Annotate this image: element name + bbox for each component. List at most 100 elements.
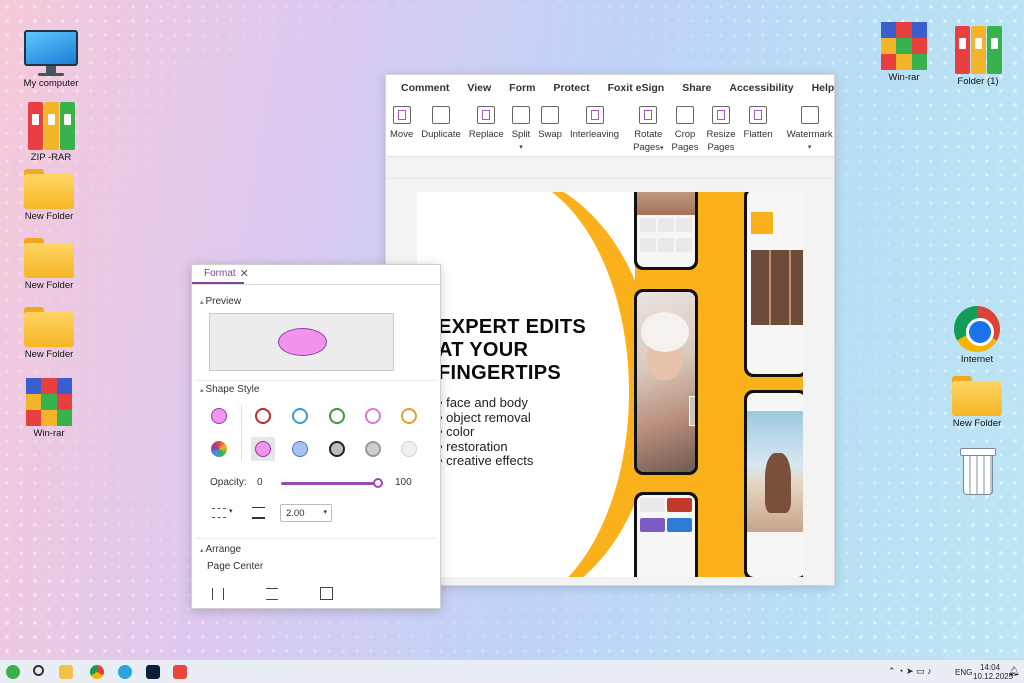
watermark-button[interactable]: Watermark ▾: [783, 103, 834, 154]
document-page[interactable]: EXPERT EDITS AT YOUR FINGERTIPS face and…: [417, 192, 803, 577]
close-icon[interactable]: ✕: [240, 267, 249, 284]
flatten-button[interactable]: Flatten: [740, 103, 777, 141]
menu-comment[interactable]: Comment: [392, 82, 458, 94]
desktop-icon-recycle-bin[interactable]: [941, 448, 1013, 495]
desktop-icon-new-folder-1[interactable]: New Folder: [13, 165, 85, 222]
desktop-icon-label: New Folder: [24, 349, 74, 360]
headline-line-3: FINGERTIPS: [438, 362, 562, 384]
style-swatch-green[interactable]: [329, 408, 345, 424]
telegram-icon[interactable]: [118, 665, 132, 679]
replace-button[interactable]: Replace: [465, 103, 508, 141]
menu-bar: Comment View Form Protect Foxit eSign Sh…: [386, 75, 834, 101]
split-icon: [511, 106, 530, 124]
photoshop-icon[interactable]: [146, 665, 160, 679]
duplicate-button[interactable]: Duplicate: [417, 103, 465, 141]
desktop-icon-internet[interactable]: Internet: [941, 306, 1013, 365]
chrome-taskbar-icon[interactable]: [90, 665, 104, 679]
menu-view[interactable]: View: [458, 82, 500, 94]
duplicate-label: Duplicate: [421, 129, 461, 140]
opacity-min-label: 0: [257, 477, 263, 488]
align-center-both-icon[interactable]: [320, 587, 333, 600]
chevron-down-icon: ▾: [660, 145, 664, 152]
binders-icon: [942, 26, 1014, 74]
menu-help[interactable]: Help: [803, 82, 834, 94]
tab-format[interactable]: Format: [192, 268, 244, 284]
shape-style-section-label[interactable]: Shape Style: [200, 384, 259, 395]
headline-line-2: AT YOUR: [438, 339, 529, 361]
watermark-icon: [800, 106, 819, 124]
flatten-label: Flatten: [743, 129, 773, 140]
start-icon[interactable]: [6, 665, 20, 679]
interleaving-icon: [585, 106, 604, 124]
desktop-icon-folder-1[interactable]: Folder (1): [942, 26, 1014, 87]
color-wheel-icon[interactable]: [211, 441, 227, 457]
crop-pages-button[interactable]: Crop Pages: [668, 103, 703, 154]
move-label: Move: [390, 129, 414, 140]
interleaving-label: Interleaving: [569, 129, 620, 140]
crop-label-2: Pages: [671, 142, 699, 153]
folder-icon: [24, 169, 74, 209]
interleaving-button[interactable]: Interleaving: [566, 103, 623, 141]
divider: [196, 538, 436, 539]
menu-protect[interactable]: Protect: [544, 82, 598, 94]
style-swatch-pink-filled[interactable]: [255, 441, 271, 457]
desktop-icon-new-folder-right[interactable]: New Folder: [941, 372, 1013, 429]
style-swatch-orange[interactable]: [401, 408, 417, 424]
rotate-pages-button[interactable]: Rotate Pages▾: [629, 103, 667, 155]
recycle-bin-icon: [960, 448, 996, 495]
desktop-icon-win-rar[interactable]: Win-rar: [13, 378, 85, 439]
desktop-icon-my-computer[interactable]: My computer: [15, 30, 87, 89]
style-swatch-red[interactable]: [255, 408, 271, 424]
replace-icon: [477, 106, 496, 124]
duplicate-icon: [432, 106, 451, 124]
tray-icons[interactable]: ⌃ ◔ ➤ ▭ ♪: [888, 666, 932, 677]
opacity-slider-handle[interactable]: [373, 478, 383, 488]
style-swatch-blue[interactable]: [292, 408, 308, 424]
preview-section-label[interactable]: Preview: [200, 296, 241, 307]
style-swatch-light-filled[interactable]: [401, 441, 417, 457]
phone-mockup: [744, 192, 803, 377]
chevron-down-icon: ▾: [807, 144, 812, 151]
move-button[interactable]: Move: [386, 103, 417, 141]
desktop-icon-win-rar-right[interactable]: Win-rar: [868, 22, 940, 83]
desktop-icon-label: Win-rar: [888, 72, 920, 83]
format-tab-bar: Format ✕: [192, 265, 440, 285]
resize-label-2: Pages: [707, 142, 735, 153]
menu-share[interactable]: Share: [673, 82, 720, 94]
phone-mockup: [634, 192, 698, 270]
arrange-section-label[interactable]: Arrange: [200, 544, 241, 555]
style-swatch-blue-filled[interactable]: [292, 441, 308, 457]
style-swatch-black-filled[interactable]: [329, 441, 345, 457]
menu-foxit-esign[interactable]: Foxit eSign: [599, 82, 674, 94]
resize-pages-button[interactable]: Resize Pages: [702, 103, 739, 154]
opacity-slider-track[interactable]: [281, 482, 377, 485]
foxit-icon[interactable]: [173, 665, 187, 679]
swap-button[interactable]: Swap: [534, 103, 566, 141]
style-swatch-gray-filled[interactable]: [365, 441, 381, 457]
desktop-icon-new-folder-2[interactable]: New Folder: [13, 234, 85, 291]
crop-label-1: Crop: [674, 129, 696, 140]
menu-accessibility[interactable]: Accessibility: [720, 82, 802, 94]
line-width-value: 2.00: [286, 508, 305, 519]
opacity-max-label: 100: [395, 477, 412, 488]
align-center-vertical-icon[interactable]: [266, 588, 278, 600]
align-center-horizontal-icon[interactable]: [212, 588, 224, 600]
menu-form[interactable]: Form: [500, 82, 544, 94]
desktop-icon-label: New Folder: [24, 280, 74, 291]
split-label: Split: [511, 129, 531, 140]
language-indicator[interactable]: ENG: [955, 668, 972, 677]
style-swatch-pink[interactable]: [365, 408, 381, 424]
split-button[interactable]: Split ▾: [508, 103, 534, 154]
notification-bell-icon[interactable]: 🔔︎: [1008, 666, 1019, 677]
rotate-icon: [639, 106, 658, 124]
search-icon[interactable]: [33, 665, 44, 676]
desktop-icon-zip-rar[interactable]: ZIP -RAR: [15, 102, 87, 163]
style-swatch-pink-fill[interactable]: [211, 408, 227, 424]
chevron-down-icon[interactable]: ▾: [229, 507, 233, 515]
clock-time[interactable]: 14:04: [980, 663, 1000, 672]
desktop-icon-new-folder-3[interactable]: New Folder: [13, 303, 85, 360]
line-style-icon[interactable]: [212, 508, 226, 518]
line-width-dropdown[interactable]: 2.00 ▾: [280, 504, 332, 522]
desktop-icon-label: New Folder: [24, 211, 74, 222]
file-explorer-icon[interactable]: [59, 665, 73, 679]
